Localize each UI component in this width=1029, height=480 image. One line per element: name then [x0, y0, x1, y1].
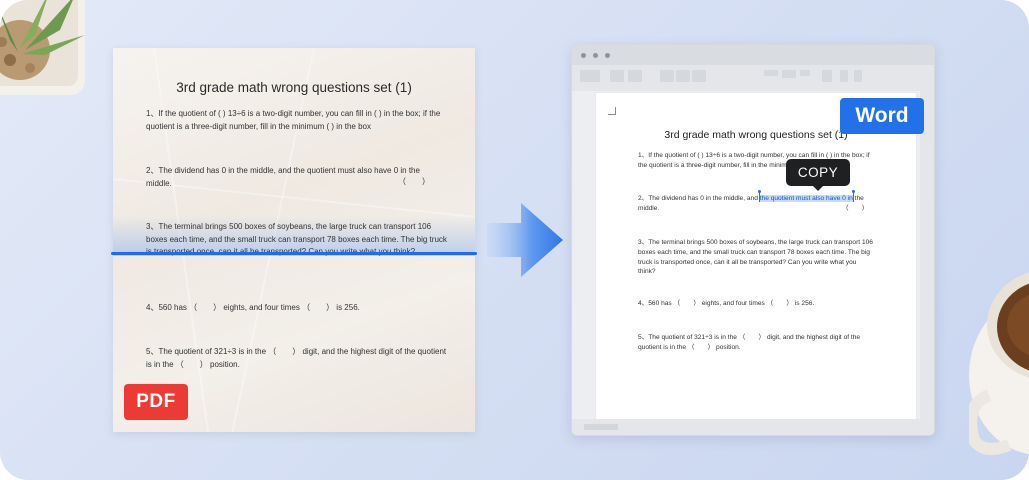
- toolbar-button[interactable]: [660, 70, 674, 82]
- pdf-question-5: 5、The quotient of 321÷3 is in the （ ） di…: [146, 347, 447, 369]
- word-toolbar: [572, 65, 934, 91]
- word-question-4: 4、560 has （ ） eights, and four times （ ）…: [638, 300, 815, 307]
- arrow-right-icon: [487, 203, 563, 277]
- toolbar-button[interactable]: [800, 70, 810, 76]
- pdf-question-1: 1、If the quotient of ( ) 13÷6 is a two-d…: [146, 109, 441, 131]
- toolbar-button[interactable]: [628, 70, 642, 82]
- toolbar-button[interactable]: [580, 70, 600, 82]
- toolbar-button[interactable]: [854, 70, 862, 82]
- toolbar-button[interactable]: [840, 70, 848, 82]
- status-chip: [584, 424, 618, 430]
- pdf-question-2-paren: （ ）: [398, 177, 430, 186]
- selection-end-handle[interactable]: [851, 190, 855, 202]
- copy-tooltip-button[interactable]: COPY: [786, 159, 850, 191]
- word-page[interactable]: 3rd grade math wrong questions set (1) 1…: [596, 93, 916, 419]
- toolbar-button[interactable]: [822, 70, 832, 82]
- toolbar-button[interactable]: [610, 70, 624, 82]
- margin-corner-mark: [608, 107, 616, 115]
- word-question-2: 2、The dividend has 0 in the middle, and …: [638, 190, 874, 214]
- status-bar: [572, 419, 934, 435]
- coffee-cup-decor: [969, 272, 1029, 455]
- word-question-5: 5、The quotient of 321÷3 is in the （ ） di…: [638, 334, 861, 351]
- plant-decor: [0, 0, 85, 95]
- pdf-badge: PDF: [124, 384, 188, 420]
- toolbar-button[interactable]: [676, 70, 690, 82]
- window-dot-icon[interactable]: [593, 53, 598, 58]
- pdf-question-4: 4、560 has （ ） eights, and four times （ ）…: [146, 303, 360, 312]
- selected-text-content: the quotient must also have 0 in: [759, 195, 853, 202]
- window-titlebar: [572, 45, 934, 65]
- toolbar-button[interactable]: [764, 70, 778, 76]
- word-badge: Word: [840, 98, 924, 134]
- hero-stage: 3rd grade math wrong questions set (1) 1…: [0, 0, 1029, 480]
- toolbar-button[interactable]: [782, 70, 796, 78]
- selected-text[interactable]: the quotient must also have 0 in: [757, 190, 855, 202]
- selection-start-handle[interactable]: [757, 190, 761, 202]
- toolbar-button[interactable]: [692, 70, 706, 82]
- word-question-2-paren: （ ）: [842, 205, 869, 212]
- pdf-title: 3rd grade math wrong questions set (1): [176, 80, 412, 95]
- right-panel: [920, 91, 934, 421]
- word-question-3: 3、The terminal brings 500 boxes of soybe…: [638, 239, 873, 276]
- window-dot-icon[interactable]: [581, 53, 586, 58]
- word-q2-text-before: 2、The dividend has 0 in the middle, and: [638, 195, 760, 202]
- document-area: 3rd grade math wrong questions set (1) 1…: [572, 91, 934, 421]
- pdf-document: 3rd grade math wrong questions set (1) 1…: [113, 48, 475, 432]
- scan-line: [111, 252, 477, 255]
- window-dot-icon[interactable]: [605, 53, 610, 58]
